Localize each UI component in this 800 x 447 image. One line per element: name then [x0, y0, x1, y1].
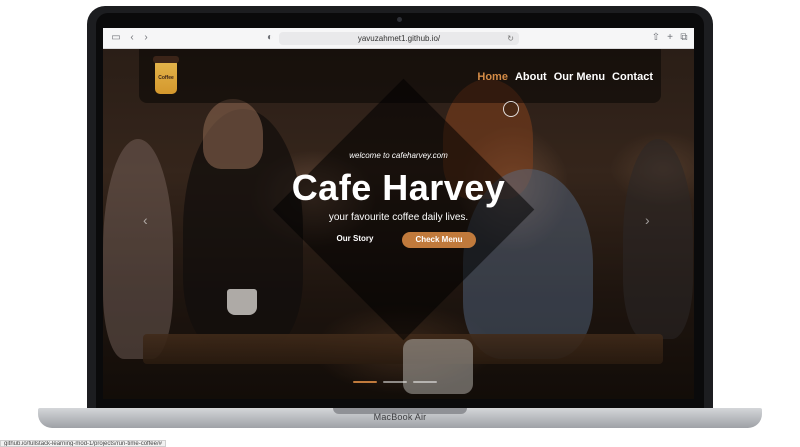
check-menu-button[interactable]: Check Menu: [402, 232, 476, 248]
address-bar-url[interactable]: yavuzahmet1.github.io/: [279, 32, 519, 45]
back-icon[interactable]: ‹: [125, 31, 139, 45]
hero-welcome-text: welcome to cafeharvey.com: [349, 151, 448, 160]
hero-title: Cafe Harvey: [291, 167, 506, 208]
hero-subtitle: your favourite coffee daily lives.: [328, 212, 469, 223]
reload-icon[interactable]: ↻: [507, 32, 514, 45]
screenshot-stage: ▭ ‹ › ◐ yavuzahmet1.github.io/ ↻ ⇧ + ⧉ C…: [0, 0, 800, 447]
slider-indicators: [353, 381, 437, 383]
new-tab-icon[interactable]: +: [663, 31, 677, 45]
slider-dot-2[interactable]: [383, 381, 407, 383]
slider-dot-1[interactable]: [353, 381, 377, 383]
forward-icon[interactable]: ›: [139, 31, 153, 45]
our-story-button[interactable]: Our Story: [329, 231, 381, 247]
sidebar-toggle-icon[interactable]: ▭: [109, 31, 123, 45]
tab-overview-icon[interactable]: ⧉: [677, 31, 691, 45]
slider-prev-arrow-icon[interactable]: ‹: [143, 212, 148, 228]
webpage-viewport: Coffee Home About Our Menu Contact welco…: [103, 49, 694, 399]
browser-status-url: github.io/fullstack-learning-mod-1/proje…: [0, 440, 166, 447]
webcam: [397, 17, 402, 22]
browser-toolbar: ▭ ‹ › ◐ yavuzahmet1.github.io/ ↻ ⇧ + ⧉: [103, 28, 694, 49]
address-bar[interactable]: yavuzahmet1.github.io/ ↻: [279, 32, 519, 45]
hero-section: welcome to cafeharvey.com Cafe Harvey yo…: [103, 49, 694, 399]
laptop-brand-label: MacBook Air: [373, 412, 427, 422]
share-icon[interactable]: ⇧: [649, 31, 663, 45]
privacy-shield-icon[interactable]: ◐: [263, 31, 277, 45]
browser-window: ▭ ‹ › ◐ yavuzahmet1.github.io/ ↻ ⇧ + ⧉ C…: [103, 28, 694, 399]
slider-dot-3[interactable]: [413, 381, 437, 383]
slider-next-arrow-icon[interactable]: ›: [645, 212, 650, 228]
